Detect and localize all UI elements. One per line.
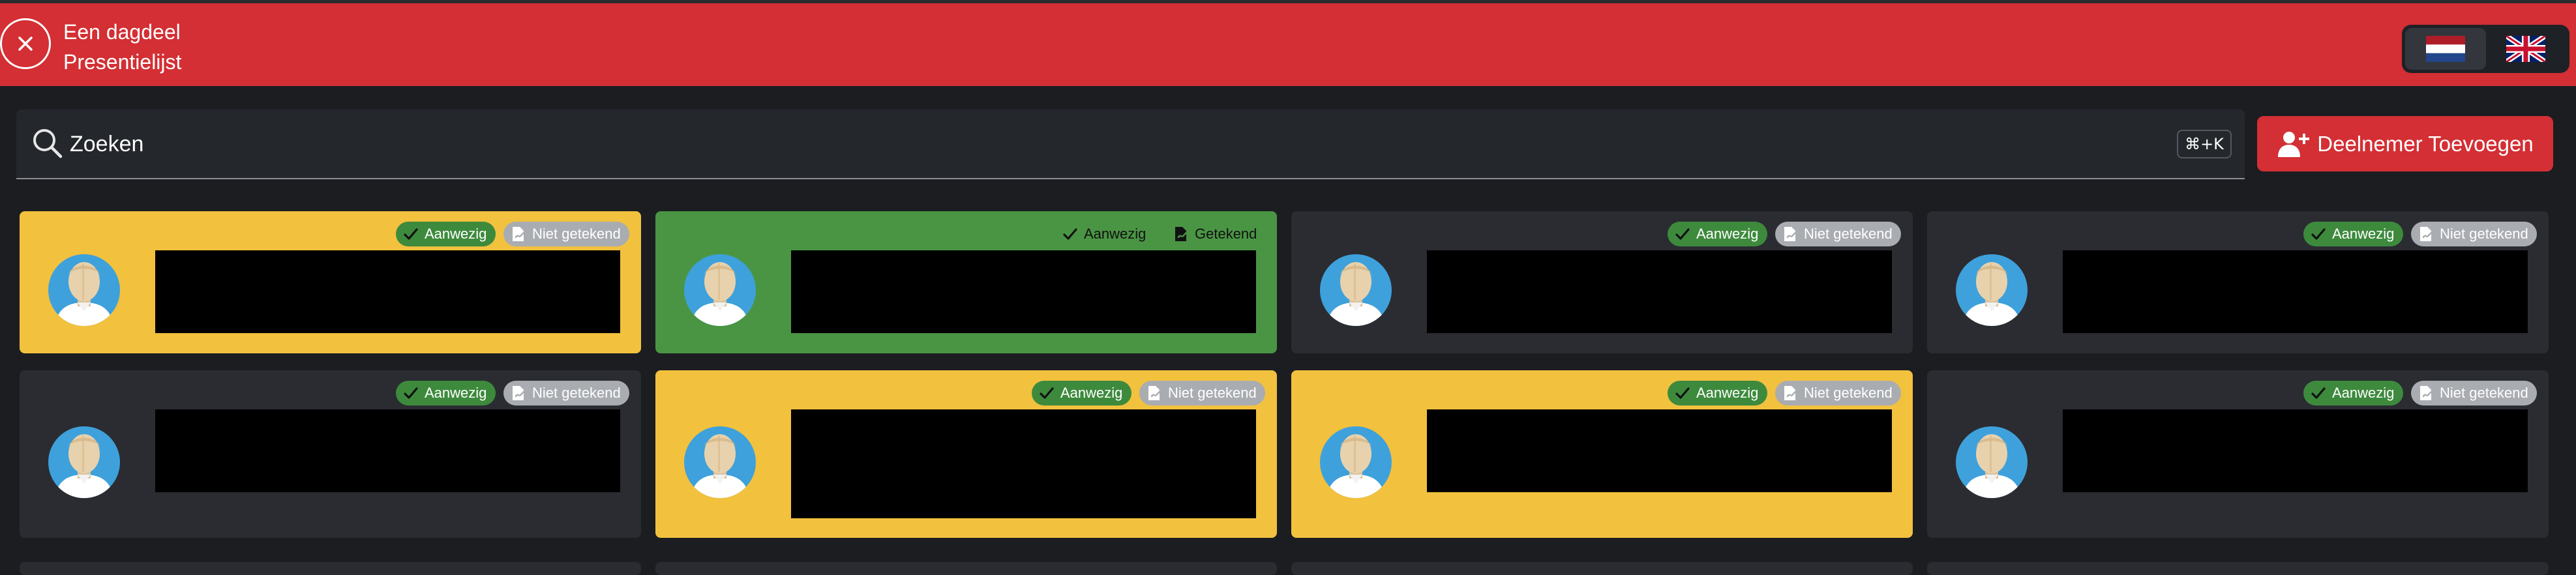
check-icon [1675,387,1690,399]
avatar [684,426,756,498]
search-bar: ⌘+K [16,110,2245,179]
signature-icon [2420,386,2434,400]
check-icon [1063,228,1077,240]
avatar [48,254,120,326]
check-icon [2311,228,2326,240]
language-en-button[interactable] [2485,28,2566,70]
language-switcher [2402,25,2569,73]
signature-badge[interactable]: Niet getekend [1775,381,1901,405]
participant-name [155,250,620,333]
present-label: Aanwezig [2332,385,2395,401]
present-label: Aanwezig [1060,385,1123,401]
present-badge[interactable]: Aanwezig [1055,222,1153,246]
present-label: Aanwezig [1696,226,1759,242]
present-badge[interactable]: Aanwezig [1032,381,1131,405]
avatar [1956,426,2028,498]
signature-icon [1148,386,1163,400]
app-header: Een dagdeel Presentielijst [0,3,2576,86]
signature-badge[interactable]: Niet getekend [503,222,629,246]
signature-label: Niet getekend [2440,226,2528,242]
signature-icon [513,227,527,241]
signature-badge[interactable]: Niet getekend [1139,381,1265,405]
signature-badge[interactable]: Niet getekend [2411,222,2537,246]
present-label: Aanwezig [2332,226,2395,242]
signature-label: Getekend [1195,226,1257,242]
add-participant-label: Deelnemer Toevoegen [2317,131,2534,156]
participant-name [155,409,620,492]
check-icon [2311,387,2326,399]
participant-card-partial [1291,562,1913,575]
signature-label: Niet getekend [532,385,621,401]
present-badge[interactable]: Aanwezig [1668,381,1767,405]
signature-label: Niet getekend [2440,385,2528,401]
signature-icon [1784,227,1799,241]
participant-card[interactable]: Aanwezig Niet getekend [655,370,1277,538]
signature-icon [1175,227,1190,241]
present-label: Aanwezig [1084,226,1146,242]
check-icon [404,387,418,399]
flag-nl-icon [2426,36,2465,62]
participant-name [791,409,1256,518]
participant-name [2063,409,2528,492]
flag-uk-icon [2506,36,2545,62]
check-icon [404,228,418,240]
avatar [1320,254,1392,326]
signature-badge[interactable]: Niet getekend [2411,381,2537,405]
signature-badge[interactable]: Niet getekend [1775,222,1901,246]
signature-badge[interactable]: Getekend [1166,222,1270,246]
avatar [1956,254,2028,326]
signature-icon [1784,386,1799,400]
participant-card[interactable]: Aanwezig Niet getekend [1291,370,1913,538]
check-icon [1675,228,1690,240]
participant-card[interactable]: Aanwezig Niet getekend [20,370,641,538]
present-badge[interactable]: Aanwezig [396,222,496,246]
signature-icon [2420,227,2434,241]
close-button[interactable] [0,18,51,69]
search-input[interactable] [68,125,2158,163]
participant-name [1427,250,1892,333]
participant-card[interactable]: Aanwezig Niet getekend [1927,370,2549,538]
add-participant-button[interactable]: Deelnemer Toevoegen [2257,116,2553,171]
present-label: Aanwezig [425,385,487,401]
present-badge[interactable]: Aanwezig [1668,222,1767,246]
participant-card[interactable]: Aanwezig Niet getekend [1291,211,1913,353]
user-plus-icon [2278,131,2310,157]
close-icon [18,37,33,51]
signature-label: Niet getekend [1804,226,1893,242]
avatar [684,254,756,326]
page-title: Een dagdeel [63,20,181,44]
signature-label: Niet getekend [532,226,621,242]
present-badge[interactable]: Aanwezig [2303,222,2403,246]
language-nl-button[interactable] [2405,28,2486,70]
present-label: Aanwezig [425,226,487,242]
participant-card[interactable]: Aanwezig Niet getekend [20,211,641,353]
participant-card-partial [20,562,641,575]
present-label: Aanwezig [1696,385,1759,401]
participant-card-partial [655,562,1277,575]
avatar [1320,426,1392,498]
check-icon [1040,387,1054,399]
search-icon [33,129,63,158]
avatar [48,426,120,498]
participant-name [2063,250,2528,333]
signature-label: Niet getekend [1804,385,1893,401]
signature-label: Niet getekend [1168,385,1257,401]
participant-name [1427,409,1892,492]
participant-card-partial [1927,562,2549,575]
search-shortcut-badge: ⌘+K [2177,130,2232,158]
participant-name [791,250,1256,333]
participant-card[interactable]: Aanwezig Getekend [655,211,1277,353]
signature-icon [513,386,527,400]
participant-card[interactable]: Aanwezig Niet getekend [1927,211,2549,353]
present-badge[interactable]: Aanwezig [2303,381,2403,405]
signature-badge[interactable]: Niet getekend [503,381,629,405]
page-subtitle: Presentielijst [63,50,182,74]
present-badge[interactable]: Aanwezig [396,381,496,405]
